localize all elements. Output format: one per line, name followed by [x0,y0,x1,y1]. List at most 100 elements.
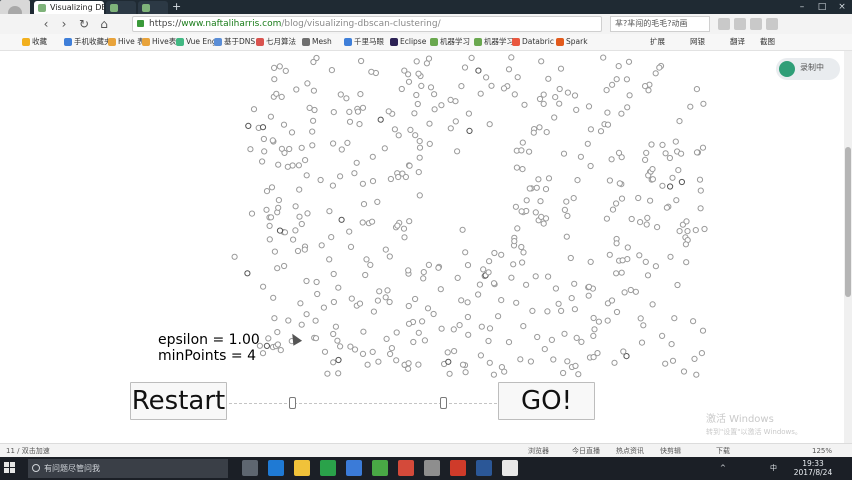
system-clock[interactable]: 19:33 2017/8/24 [790,459,836,477]
input-method-indicator[interactable]: 中 [770,457,777,480]
address-bar[interactable]: https://www.naftaliharris.com/blog/visua… [132,16,602,32]
bookmark-item[interactable]: Hive 表 [108,34,145,50]
close-window-button[interactable]: × [832,0,852,14]
bookmark-item[interactable]: 手机收藏夹 [64,34,112,50]
data-point [464,313,471,321]
bookmark-item[interactable]: Eclipse [390,34,426,50]
bookmark-item[interactable]: 千里马眼 [344,34,384,50]
tab-2[interactable] [106,1,136,14]
data-point [590,332,597,339]
data-point [318,242,325,249]
data-point [312,317,319,324]
browser-360-icon[interactable] [320,460,336,476]
data-point [577,153,585,160]
data-point [587,162,594,170]
data-point [618,195,626,202]
data-point [386,253,393,260]
data-point [627,286,634,294]
app-icon[interactable] [502,460,518,476]
data-point [513,164,521,171]
data-point [360,328,367,335]
data-point [517,356,524,363]
forward-button[interactable]: › [56,16,72,32]
data-point [649,301,656,308]
data-point [280,121,288,128]
toolbar-shortcut[interactable]: 截图 [760,34,775,50]
bookmark-item[interactable]: 机器学习 [474,34,514,50]
tray-overflow-icon[interactable]: ^ [720,457,726,480]
dbscan-canvas[interactable] [0,51,844,443]
bookmark-item[interactable]: 收藏 [22,34,47,50]
bookmark-item[interactable]: Vue Eng [176,34,217,50]
go-button[interactable]: GO! [498,382,595,420]
bookmark-item[interactable]: Mesh [302,34,332,50]
data-point [573,106,580,114]
vertical-scrollbar[interactable] [844,51,852,443]
data-point [613,76,620,83]
data-point [680,368,688,375]
app-icon[interactable] [398,460,414,476]
data-point [425,261,432,268]
status-item[interactable]: 热点资讯 [616,444,644,458]
bookmark-item[interactable]: Spark [556,34,588,50]
bookmark-item[interactable]: 基于DNS [214,34,255,50]
toolbar-shortcut[interactable]: 网银 [690,34,705,50]
bookmark-icon [390,38,398,46]
bookmark-icon [474,38,482,46]
minimize-button[interactable]: – [792,0,812,14]
data-point [426,140,433,148]
scrollbar-thumb[interactable] [845,147,851,297]
bookmark-item[interactable]: Hive表 [142,34,176,50]
data-point [270,294,277,301]
minpoints-slider-handle[interactable] [440,397,447,409]
back-button[interactable]: ‹ [38,16,54,32]
zoom-level[interactable]: 125% [812,444,832,458]
data-point [398,85,405,93]
bookmark-item[interactable]: Databric [512,34,554,50]
status-item[interactable]: 下载 [716,444,730,458]
windows-start-icon[interactable] [4,462,16,474]
app-icon[interactable] [372,460,388,476]
task-view-icon[interactable] [242,460,258,476]
home-button[interactable]: ⌂ [96,16,112,32]
data-point [518,147,525,154]
data-point [625,58,633,65]
data-point [447,96,454,104]
data-point [597,128,605,135]
extension-icon[interactable] [750,18,762,30]
edge-icon[interactable] [268,460,284,476]
maximize-button[interactable]: □ [812,0,832,14]
reload-button[interactable]: ↻ [76,16,92,32]
data-point [335,284,342,291]
status-item[interactable]: 快剪辑 [660,444,681,458]
app-icon[interactable] [346,460,362,476]
menu-icon[interactable] [766,18,778,30]
new-tab-button[interactable]: + [172,1,181,13]
app-icon[interactable] [476,460,492,476]
status-item[interactable]: 浏览器 [528,444,549,458]
data-point [435,264,442,271]
clock-date: 2017/8/24 [793,468,833,477]
toolbar-shortcut[interactable]: 翻译 [730,34,745,50]
restart-button[interactable]: Restart [130,382,227,420]
screen-recorder-widget[interactable]: 录制中 [776,58,840,80]
extension-icon[interactable] [734,18,746,30]
data-point [603,87,610,94]
tab-3[interactable] [138,1,168,14]
data-point [281,262,288,270]
data-point [393,357,400,364]
data-point [513,299,520,306]
app-icon[interactable] [450,460,466,476]
bookmark-item[interactable]: 七月算法 [256,34,296,50]
epsilon-slider-handle[interactable] [289,397,296,409]
toolbar-shortcut[interactable]: 扩展 [650,34,665,50]
bookmark-item[interactable]: 机器学习 [430,34,470,50]
tab-active[interactable]: Visualizing DBSCAN Clustering [34,1,104,14]
search-box[interactable]: 芈?芈闯的毛毛?动画 [610,16,710,32]
taskbar-search[interactable]: 有问题尽管问我 [28,459,228,478]
app-icon-active[interactable] [424,460,440,476]
status-item[interactable]: 今日直播 [572,444,600,458]
extension-icon[interactable] [718,18,730,30]
file-explorer-icon[interactable] [294,460,310,476]
data-point [613,200,620,207]
